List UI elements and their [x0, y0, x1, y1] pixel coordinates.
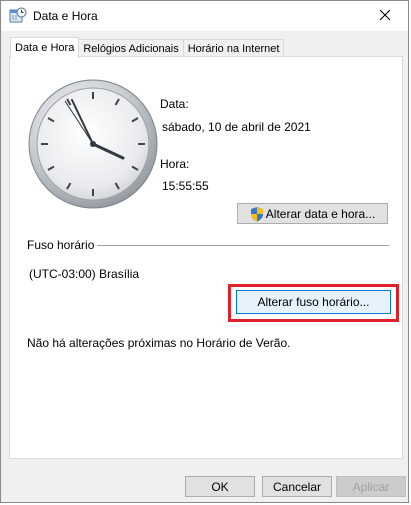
time-value: 15:55:55: [162, 179, 209, 193]
cancel-button[interactable]: Cancelar: [262, 476, 332, 497]
uac-shield-icon: [250, 206, 264, 222]
clock-calendar-icon: [9, 7, 27, 25]
time-label: Hora:: [160, 157, 190, 171]
date-label: Data:: [160, 97, 189, 111]
date-time-dialog: Data e Hora Data e Hora Relógios Adicion…: [0, 0, 409, 503]
timezone-group: Fuso horário: [27, 238, 389, 252]
dst-message: Não há alterações próximas no Horário de…: [27, 336, 291, 350]
analog-clock: [28, 79, 158, 209]
ok-button[interactable]: OK: [185, 476, 255, 497]
close-button[interactable]: [362, 1, 408, 31]
highlight-box: [228, 284, 399, 322]
apply-button[interactable]: Aplicar: [336, 476, 406, 497]
window-title: Data e Hora: [33, 9, 98, 23]
change-date-time-label: Alterar data e hora...: [265, 206, 376, 221]
tab-strip: Data e Hora Relógios Adicionais Horário …: [10, 37, 285, 58]
title-bar: Data e Hora: [1, 1, 408, 31]
tab-panel: Data: sábado, 10 de abril de 2021 Hora: …: [9, 56, 403, 459]
close-icon: [379, 9, 391, 24]
timezone-group-label: Fuso horário: [27, 238, 98, 252]
date-value: sábado, 10 de abril de 2021: [162, 120, 311, 134]
timezone-value: (UTC-03:00) Brasília: [29, 267, 140, 281]
tab-data-e-hora[interactable]: Data e Hora: [10, 37, 80, 58]
change-date-time-button[interactable]: Alterar data e hora...: [237, 203, 388, 224]
